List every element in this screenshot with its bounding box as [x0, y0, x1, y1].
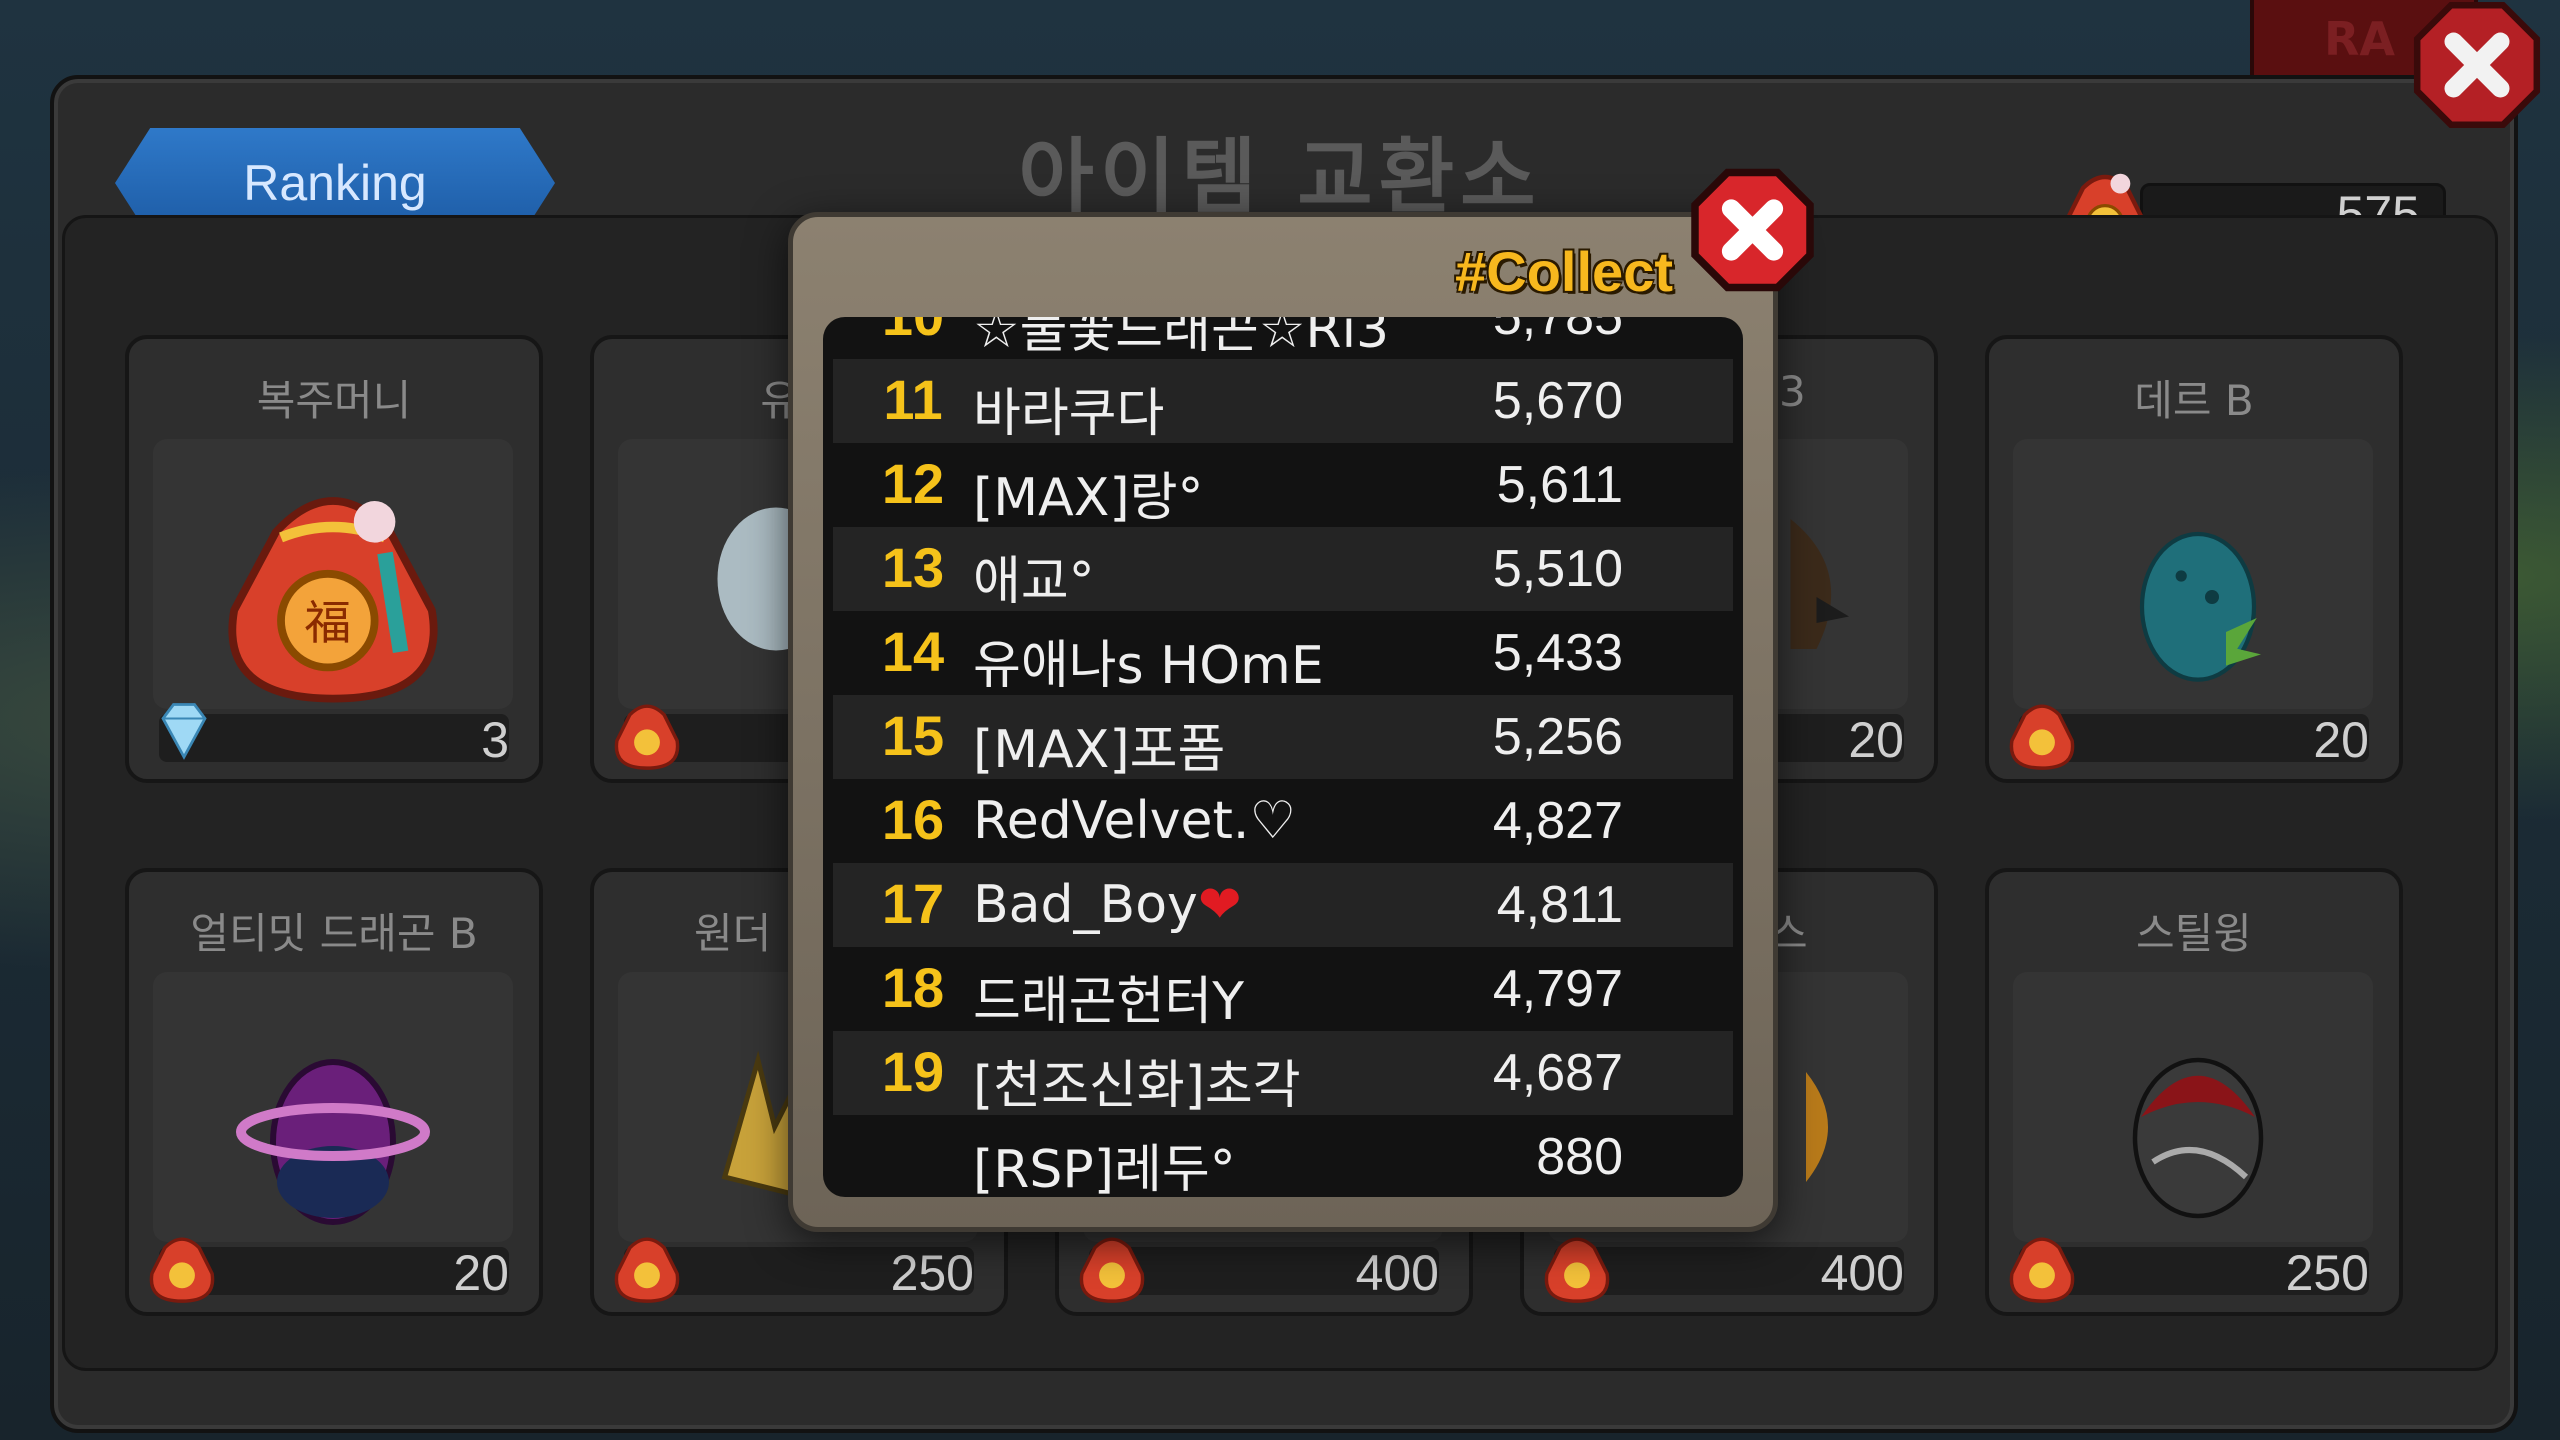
- diamond-icon: [161, 703, 207, 760]
- ranking-row: 16 RedVelvet.♡ 4,827: [833, 779, 1733, 863]
- rank-number: 19: [881, 1040, 945, 1103]
- ranking-row: 12 [MAX]랑° 5,611: [833, 443, 1733, 528]
- shop-title: 아이템 교환소: [1018, 130, 1542, 220]
- item-price: 3: [481, 712, 509, 768]
- item-price: 250: [2285, 1245, 2369, 1301]
- window-close-button[interactable]: [2412, 0, 2542, 130]
- rank-number: 17: [881, 872, 945, 935]
- item-price: 400: [1820, 1245, 1904, 1301]
- player-score: 5,785: [1492, 317, 1623, 346]
- player-score: 5,611: [1496, 456, 1623, 514]
- player-score: 5,433: [1492, 624, 1623, 682]
- item-name: 얼티밋 드래곤 B: [190, 909, 478, 958]
- item-price: 400: [1355, 1245, 1439, 1301]
- teal-egg-icon: [2139, 531, 2261, 682]
- svg-text:福: 福: [304, 597, 351, 651]
- steel-egg-icon: [2132, 1057, 2264, 1219]
- pouch-icon: [1079, 1237, 1145, 1303]
- rank-number: 13: [881, 536, 945, 599]
- item-slot: [2013, 972, 2373, 1242]
- ranking-list[interactable]: 10 ☆불꽃드래곤☆Ri3 5,785 11 바라쿠다 5,670 12 [MA…: [823, 317, 1743, 1197]
- player-score: 4,797: [1492, 960, 1623, 1018]
- player-score: 5,510: [1492, 540, 1623, 598]
- pouch-icon: [2009, 704, 2075, 770]
- player-score: 5,670: [1492, 372, 1623, 430]
- player-score: 4,827: [1492, 792, 1623, 850]
- ranking-row: 15 [MAX]포폼 5,256: [833, 695, 1733, 780]
- ranking-row: 11 바라쿠다 5,670: [833, 359, 1733, 444]
- player-name: Bad_Boy❤: [973, 875, 1241, 935]
- rank-number: 12: [881, 452, 945, 515]
- ranking-row: 14 유애나s HOmE 5,433: [833, 611, 1733, 696]
- heart-icon: ❤: [1197, 875, 1242, 935]
- player-name-text: Bad_Boy: [973, 875, 1198, 935]
- player-name: 유애나s HOmE: [973, 636, 1324, 696]
- purple-ringed-egg-icon: [236, 1059, 430, 1225]
- player-name: 바라쿠다: [973, 384, 1165, 444]
- item-slot: [153, 972, 513, 1242]
- ranking-row: 17 Bad_Boy❤ 4,811: [833, 863, 1733, 947]
- player-name: [MAX]랑°: [973, 468, 1204, 528]
- item-name: 스틸윙: [2136, 909, 2252, 958]
- player-score: 4,811: [1496, 876, 1623, 934]
- player-name: 드래곤헌터Y: [973, 972, 1244, 1032]
- player-name: RedVelvet.♡: [973, 791, 1297, 851]
- ranking-row: 19 [천조신화]초각 4,687: [833, 1031, 1733, 1116]
- rank-number: 15: [881, 704, 945, 767]
- item-card-der-b[interactable]: 데르 B 20: [1985, 335, 2403, 783]
- rank-number: 14: [881, 620, 945, 683]
- player-name: ☆불꽃드래곤☆Ri3: [973, 317, 1390, 360]
- item-card-ultimate-dragon-b[interactable]: 얼티밋 드래곤 B 20: [125, 868, 543, 1316]
- player-name: [RSP]레두°: [973, 1140, 1236, 1197]
- item-card-steel-wing[interactable]: 스틸윙 250: [1985, 868, 2403, 1316]
- ranking-tab-label: Ranking: [243, 155, 427, 211]
- ranking-corner-tab-label: RA: [2324, 12, 2396, 66]
- player-name: [MAX]포폼: [973, 720, 1226, 780]
- dark-egg-icon: [1790, 519, 1849, 649]
- player-score: 4,687: [1492, 1044, 1623, 1102]
- rank-number: 10: [863, 317, 963, 348]
- item-price: 20: [1848, 712, 1904, 768]
- rank-number: 18: [881, 956, 945, 1019]
- ranking-row: 18 드래곤헌터Y 4,797: [833, 947, 1733, 1032]
- pouch-icon: [2009, 1237, 2075, 1303]
- rank-number: 11: [883, 368, 943, 431]
- player-name: [천조신화]초각: [973, 1056, 1301, 1116]
- player-score: 5,256: [1492, 708, 1623, 766]
- pouch-icon: [1544, 1237, 1610, 1303]
- item-slot: 福: [153, 439, 513, 709]
- player-name: 애교°: [973, 552, 1095, 612]
- ranking-row: 13 애교° 5,510: [833, 527, 1733, 612]
- item-price: 20: [453, 1245, 509, 1301]
- ranking-popup: #Collect 10 ☆불꽃드래곤☆Ri3 5,785 11 바라쿠다 5,6…: [788, 212, 1778, 1232]
- item-card-lucky-pouch[interactable]: 복주머니 福 3: [125, 335, 543, 783]
- rank-number: 16: [881, 788, 945, 851]
- pouch-icon: [149, 1237, 215, 1303]
- player-score: 880: [1536, 1128, 1623, 1186]
- orange-egg-icon: [1806, 1072, 1828, 1182]
- item-slot: [2013, 439, 2373, 709]
- ranking-row-self: [RSP]레두° 880: [833, 1115, 1733, 1197]
- item-name: 데르 B: [2134, 376, 2254, 425]
- item-name: 복주머니: [256, 376, 412, 425]
- popup-close-button[interactable]: [1690, 165, 1815, 295]
- item-price: 20: [2313, 712, 2369, 768]
- item-price: 250: [890, 1245, 974, 1301]
- popup-tag: #Collect: [1455, 240, 1673, 303]
- lucky-pouch-icon: 福: [228, 497, 438, 703]
- ranking-row-partial: 10 ☆불꽃드래곤☆Ri3 5,785: [833, 317, 1733, 360]
- pouch-icon: [614, 704, 680, 770]
- pouch-icon: [614, 1237, 680, 1303]
